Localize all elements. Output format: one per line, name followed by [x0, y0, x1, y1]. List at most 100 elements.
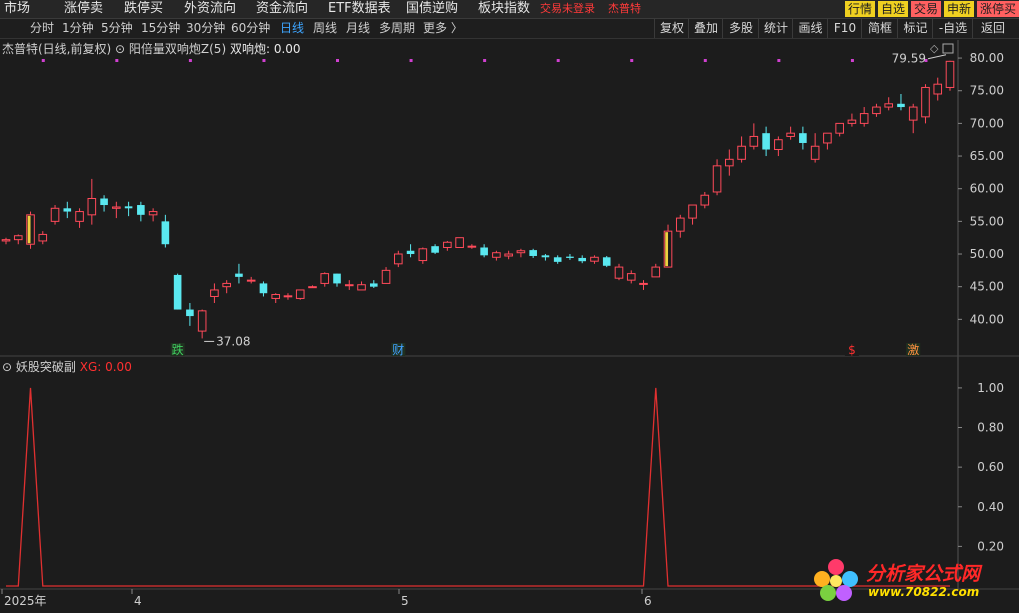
candle-body [100, 198, 108, 206]
flower-logo-icon [814, 559, 858, 601]
candle-body [945, 60, 955, 88]
y-tick-label: 45.00 [970, 280, 1004, 294]
event-marker: 激 [907, 343, 919, 357]
sub-y-tick-label: 0.60 [977, 460, 1004, 474]
candle-body [431, 246, 439, 253]
maximize-pane-icon[interactable] [942, 43, 954, 54]
candle-body [173, 274, 182, 310]
candle-body [639, 282, 648, 285]
signal-dot [115, 59, 119, 62]
candle-body [161, 221, 170, 245]
candle-body [872, 106, 881, 115]
candle-body [148, 211, 158, 216]
limit-up-highlight [27, 215, 31, 244]
candle-body [344, 284, 354, 287]
candle-body [467, 245, 477, 248]
diamond-icon: ◇ [930, 42, 939, 55]
candle-body [443, 241, 452, 248]
signal-dot [630, 59, 634, 62]
y-tick-label: 70.00 [970, 116, 1004, 130]
candle-body [737, 145, 746, 160]
candle-body [590, 256, 599, 262]
limit-up-highlight [665, 232, 669, 267]
candle-body [749, 135, 759, 147]
candle-body [87, 198, 97, 216]
candle-body [63, 208, 72, 212]
candle-body [847, 119, 857, 124]
candle-body [884, 103, 894, 108]
sub-y-tick-label: 0.40 [977, 500, 1004, 514]
candle-body [357, 284, 366, 291]
candle-body [626, 273, 636, 281]
event-marker: 财 [392, 343, 404, 357]
candle-body [197, 310, 207, 332]
watermark-logo: 分析家公式网 www.70822.com [808, 555, 1008, 605]
candle-body [762, 133, 770, 150]
candle-body [725, 158, 734, 167]
candle-body [688, 204, 697, 219]
signal-dot [777, 59, 781, 62]
candle-body [112, 206, 121, 209]
candle-body [908, 106, 918, 121]
candle-body [897, 103, 905, 108]
y-tick-label: 55.00 [970, 214, 1004, 228]
candle-body [369, 283, 378, 287]
sub-y-tick-label: 1.00 [977, 381, 1004, 395]
candle-body [320, 273, 330, 284]
x-tick-label: 4 [134, 594, 142, 608]
candle-body [246, 279, 256, 282]
sub-y-tick-label: 0.20 [977, 539, 1004, 553]
candle-body [799, 133, 807, 143]
candle-body [614, 266, 624, 279]
signal-dot [556, 59, 560, 62]
candle-body [541, 255, 550, 258]
x-tick-label: 6 [644, 594, 652, 608]
candle-body [933, 83, 943, 95]
candle-body [553, 257, 562, 262]
candle-body [295, 289, 305, 299]
candle-body [786, 132, 795, 137]
y-tick-label: 80.00 [970, 51, 1004, 65]
candle-body [455, 237, 464, 248]
signal-dot [409, 59, 413, 62]
candle-body [492, 252, 501, 258]
candle-body [774, 139, 783, 151]
y-tick-label: 50.00 [970, 247, 1004, 261]
sub-y-tick-label: 0.80 [977, 421, 1004, 435]
candle-body [394, 253, 403, 265]
y-tick-label: 65.00 [970, 149, 1004, 163]
chart-canvas[interactable]: 40.00 45.00 50.00 55.00 60.00 65.00 70.00 75.00… [0, 0, 1019, 613]
watermark-brand: 分析家公式网 [866, 563, 981, 585]
candle-body [124, 206, 133, 209]
signal-dot [703, 59, 707, 62]
event-marker: 跌 [172, 342, 184, 357]
signal-dot [188, 59, 192, 62]
candle-body [418, 248, 428, 262]
y-tick-label: 75.00 [970, 84, 1004, 98]
signal-dot [336, 59, 340, 62]
candle-body [259, 283, 268, 294]
event-marker: $ [848, 343, 856, 357]
candle-body [333, 273, 341, 284]
candle-body [50, 207, 60, 222]
candle-body [235, 273, 243, 277]
candle-body [13, 235, 23, 241]
candle-body [186, 309, 194, 317]
watermark-url: www.70822.com [868, 585, 980, 599]
candle-body [602, 257, 611, 266]
candle-body [137, 205, 145, 215]
candle-body [222, 282, 231, 288]
y-tick-label: 40.00 [970, 312, 1004, 326]
candle-body [578, 257, 587, 262]
candle-body [835, 122, 844, 134]
signal-dot [850, 59, 854, 62]
candle-body [823, 132, 832, 144]
signal-dot [262, 59, 266, 62]
x-tick-label: 5 [401, 594, 409, 608]
candle-body [700, 194, 710, 206]
candle-body [651, 266, 661, 278]
x-tick-label: 2025年 [4, 594, 47, 608]
candle-body [406, 250, 415, 255]
high-price-pointer [927, 54, 947, 60]
high-price-label: 79.59 [892, 52, 926, 66]
